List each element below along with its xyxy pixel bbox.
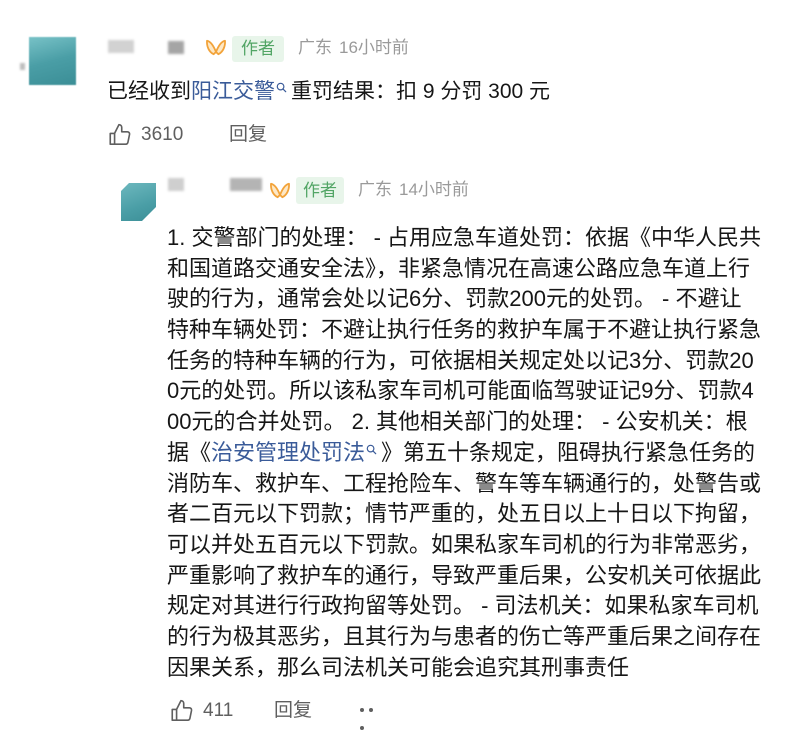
butterfly-badge-icon bbox=[205, 39, 227, 57]
reply-text-segment: 者二百元以下罚款；情节严重的，处五日以上十日以下拘留， bbox=[167, 501, 762, 527]
reply-text-line: 据《治安管理处罚法 》第五十条规定，阻碍执行紧急任务的 bbox=[167, 438, 792, 469]
reply-text-line: 规定对其进行行政拘留等处罚。 - 司法机关：如果私家车司机 bbox=[167, 591, 792, 622]
thumbs-up-icon[interactable] bbox=[169, 698, 195, 724]
thumbs-up-icon[interactable] bbox=[107, 122, 133, 148]
reply-text-segment: 消防车、救护车、工程抢险车、警车等车辆通行的，处警告或 bbox=[167, 470, 762, 496]
keyword-search-link[interactable]: 治安管理处罚法 bbox=[211, 440, 365, 465]
reply-text-line: 者二百元以下罚款；情节严重的，处五日以上十日以下拘留， bbox=[167, 499, 792, 530]
keyword-search-link[interactable]: 阳江交警 bbox=[191, 80, 275, 103]
avatar[interactable] bbox=[29, 37, 76, 85]
reply-text-segment: 规定对其进行行政拘留等处罚。 - 司法机关：如果私家车司机 bbox=[167, 593, 759, 619]
search-icon[interactable] bbox=[366, 444, 377, 455]
reply-text-segment: 》第五十条规定，阻碍执行紧急任务的 bbox=[381, 439, 756, 465]
butterfly-badge-icon bbox=[269, 182, 291, 200]
reply-text-segment: 00元的合并处罚。 2. 其他相关部门的处理： - 公安机关：根 bbox=[167, 409, 748, 435]
more-icon[interactable] bbox=[360, 708, 386, 730]
author-badge: 作者 bbox=[296, 177, 344, 204]
author-badge: 作者 bbox=[232, 36, 284, 62]
reply-text-segment: 可以并处五百元以下罚款。如果私家车司机的行为非常恶劣， bbox=[167, 531, 762, 557]
reply-text-line: 00元的合并处罚。 2. 其他相关部门的处理： - 公安机关：根 bbox=[167, 407, 792, 438]
comment-text-segment: 重罚结果：扣 9 分罚 300 元 bbox=[291, 80, 551, 103]
reply-text-segment: 因果关系，那么司法机关可能会追究其刑事责任 bbox=[167, 654, 630, 680]
reply-text-segment: 严重影响了救护车的通行，导致严重后果，公安机关可依据此 bbox=[167, 562, 762, 588]
like-count: 3610 bbox=[141, 124, 184, 145]
reply-text-segment: 据《 bbox=[167, 439, 212, 465]
reply-text-segment: 驶的行为，通常会处以记6分、罚款200元的处罚。 - 不避让 bbox=[167, 286, 742, 312]
reply-button[interactable]: 回复 bbox=[274, 699, 312, 723]
reply-text-line: 任务的特种车辆的行为，可依据相关规定处以记3分、罚款20 bbox=[167, 346, 792, 377]
reply-text-segment: 0元的处罚。所以该私家车司机可能面临驾驶证记9分、罚款4 bbox=[167, 378, 754, 404]
like-count: 411 bbox=[203, 700, 234, 721]
reply-text-segment: 的行为极其恶劣，且其行为与患者的伤亡等严重后果之间存在 bbox=[167, 623, 762, 649]
reply-text-line: 消防车、救护车、工程抢险车、警车等车辆通行的，处警告或 bbox=[167, 469, 792, 500]
reply-button[interactable]: 回复 bbox=[229, 123, 267, 147]
reply-text-line: 1. 交警部门的处理： - 占用应急车道处罚：依据《中华人民共 bbox=[167, 223, 792, 254]
reply-text-segment: 特种车辆处罚：不避让执行任务的救护车属于不避让执行紧急 bbox=[167, 317, 762, 343]
timestamp: 14小时前 bbox=[399, 180, 469, 199]
comment-meta: 广东 16小时前 bbox=[298, 37, 409, 59]
reply-text-line: 特种车辆处罚：不避让执行任务的救护车属于不避让执行紧急 bbox=[167, 315, 792, 346]
timestamp: 16小时前 bbox=[339, 38, 409, 57]
username-redacted[interactable] bbox=[168, 41, 184, 54]
reply-text-segment: 任务的特种车辆的行为，可依据相关规定处以记3分、罚款20 bbox=[167, 347, 754, 373]
comment-meta: 广东 14小时前 bbox=[358, 179, 469, 201]
avatar-artifact bbox=[20, 63, 25, 70]
reply-text-line: 和国道路交通安全法》，非紧急情况在高速公路应急车道上行 bbox=[167, 254, 792, 285]
search-icon[interactable] bbox=[276, 82, 287, 93]
username-redacted[interactable] bbox=[230, 178, 262, 191]
comment-text-segment: 已经收到 bbox=[107, 80, 191, 103]
location: 广东 bbox=[358, 180, 392, 199]
reply-text-line: 严重影响了救护车的通行，导致严重后果，公安机关可依据此 bbox=[167, 561, 792, 592]
reply-text-line: 因果关系，那么司法机关可能会追究其刑事责任 bbox=[167, 653, 792, 684]
reply-text: 1. 交警部门的处理： - 占用应急车道处罚：依据《中华人民共 和国道路交通安全法… bbox=[167, 223, 792, 683]
username-redacted[interactable] bbox=[168, 178, 184, 191]
reply-text-line: 0元的处罚。所以该私家车司机可能面临驾驶证记9分、罚款4 bbox=[167, 376, 792, 407]
reply-text-segment: 和国道路交通安全法》，非紧急情况在高速公路应急车道上行 bbox=[167, 255, 751, 281]
username-redacted[interactable] bbox=[108, 40, 134, 53]
comment-text: 已经收到阳江交警 重罚结果：扣 9 分罚 300 元 bbox=[107, 78, 550, 106]
reply-text-segment: 1. 交警部门的处理： - 占用应急车道处罚：依据《中华人民共 bbox=[167, 225, 762, 250]
location: 广东 bbox=[298, 38, 332, 57]
reply-text-line: 的行为极其恶劣，且其行为与患者的伤亡等严重后果之间存在 bbox=[167, 622, 792, 653]
reply-text-line: 驶的行为，通常会处以记6分、罚款200元的处罚。 - 不避让 bbox=[167, 284, 792, 315]
reply-text-line: 可以并处五百元以下罚款。如果私家车司机的行为非常恶劣， bbox=[167, 530, 792, 561]
avatar[interactable] bbox=[121, 183, 156, 221]
